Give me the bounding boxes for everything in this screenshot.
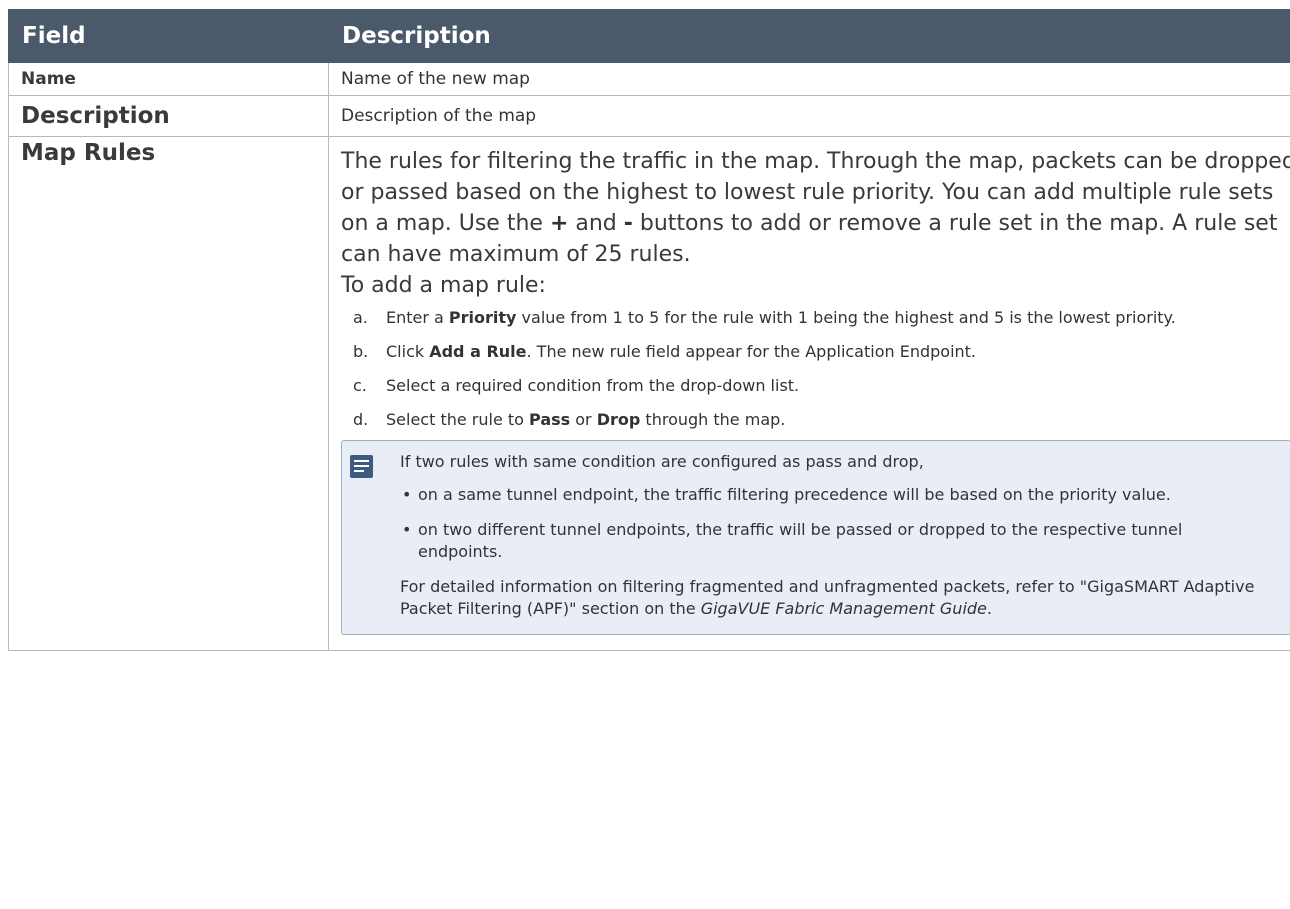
step-letter: d.	[353, 410, 369, 429]
step-text: Select a required condition from the dro…	[386, 376, 800, 395]
note-lead: If two rules with same condition are con…	[400, 452, 924, 471]
field-name-cell: Name	[8, 62, 329, 96]
table-header-row: Field Description	[8, 9, 1290, 63]
step-text: Click Add a Rule. The new rule field app…	[386, 342, 977, 361]
step-b: b. Click Add a Rule. The new rule field …	[341, 341, 1290, 363]
intro-text-3: To add a map rule:	[341, 273, 546, 298]
description-map-rules-cell: The rules for filtering the traffic in t…	[328, 136, 1290, 651]
plus-text: +	[549, 211, 569, 236]
description-description-cell: Description of the map	[328, 95, 1290, 137]
map-rule-steps: a. Enter a Priority value from 1 to 5 fo…	[341, 307, 1290, 431]
fields-table: Field Description Name Name of the new m…	[8, 9, 1290, 651]
step-letter: a.	[353, 308, 368, 327]
step-c: c. Select a required condition from the …	[341, 375, 1290, 397]
header-description: Description	[328, 9, 1290, 63]
table-row-description: Description Description of the map	[8, 95, 1290, 137]
step-d: d. Select the rule to Pass or Drop throu…	[341, 409, 1290, 431]
step-letter: c.	[353, 376, 367, 395]
step-a: a. Enter a Priority value from 1 to 5 fo…	[341, 307, 1290, 329]
description-name-cell: Name of the new map	[328, 62, 1290, 96]
minus-text: -	[623, 211, 633, 236]
note-box: If two rules with same condition are con…	[341, 440, 1290, 635]
note-tail: For detailed information on filtering fr…	[400, 577, 1255, 618]
field-map-rules-cell: Map Rules	[8, 136, 329, 651]
map-rules-intro: The rules for filtering the traffic in t…	[341, 137, 1290, 301]
note-icon	[350, 455, 373, 478]
step-text: Select the rule to Pass or Drop through …	[386, 410, 786, 429]
note-bullets: on a same tunnel endpoint, the traffic f…	[400, 484, 1270, 563]
table-row-map-rules: Map Rules The rules for filtering the tr…	[8, 136, 1290, 651]
note-bullet: on two different tunnel endpoints, the t…	[400, 519, 1270, 563]
note-bullet: on a same tunnel endpoint, the traffic f…	[400, 484, 1270, 506]
step-text: Enter a Priority value from 1 to 5 for t…	[386, 308, 1176, 327]
header-field: Field	[8, 9, 329, 63]
and-text: and	[568, 211, 624, 236]
table-row-name: Name Name of the new map	[8, 62, 1290, 96]
step-letter: b.	[353, 342, 369, 361]
field-description-cell: Description	[8, 95, 329, 137]
